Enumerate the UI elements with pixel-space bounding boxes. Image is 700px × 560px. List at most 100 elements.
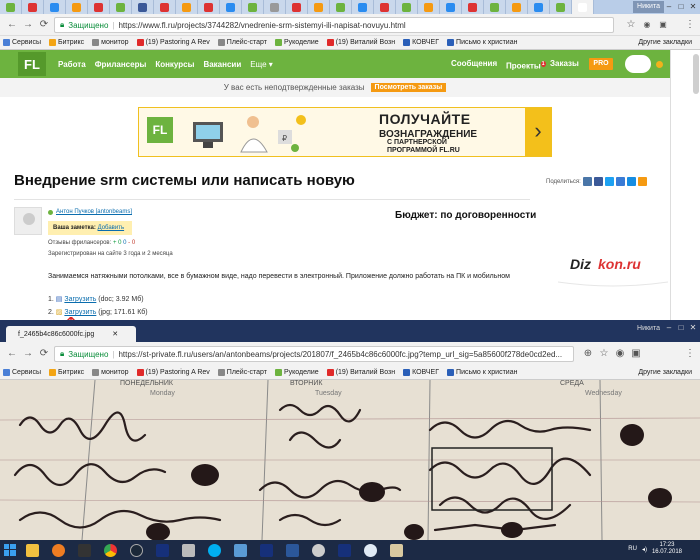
avatar[interactable] (625, 55, 651, 73)
speaker-icon[interactable]: ◂) (642, 546, 647, 553)
ad-logo[interactable]: Diz kon.ru (557, 240, 669, 290)
twitter-icon[interactable] (604, 177, 614, 186)
nav-orders[interactable]: Заказы (550, 50, 579, 78)
browser-tab[interactable] (550, 0, 572, 14)
bookmark-item[interactable]: Сервисы (3, 369, 41, 376)
bookmark-item[interactable]: Рукоделие (275, 369, 319, 376)
terminal-icon[interactable] (72, 541, 96, 559)
bookmark-item[interactable]: монитор (92, 39, 129, 46)
bookmark-item[interactable]: Битрикс (49, 369, 84, 376)
firefox-icon[interactable] (46, 541, 70, 559)
forward-icon[interactable]: → (22, 19, 34, 31)
clock[interactable]: 17:23 16.07.2018 (652, 542, 682, 556)
profile-badge-2[interactable]: Никита (633, 323, 664, 334)
extension-icon-2[interactable]: ▣ (657, 19, 669, 31)
nav-projects[interactable]: Проекты1 (506, 50, 546, 78)
image-tab[interactable]: f_2465b4c86c6000fc.jpg ✕ (6, 326, 136, 342)
bookmark-item[interactable]: КОВЧЕГ (403, 369, 439, 376)
reload-icon[interactable]: ⟳ (38, 348, 50, 360)
nav-contests[interactable]: Конкурсы (155, 60, 194, 69)
browser-tab[interactable] (176, 0, 198, 14)
disc-icon[interactable] (306, 541, 330, 559)
browser-tab[interactable] (418, 0, 440, 14)
browser-tab[interactable] (198, 0, 220, 14)
bookmark-item[interactable]: (19) Виталий Возн (326, 369, 395, 376)
browser-tab[interactable] (484, 0, 506, 14)
page-scrollbar[interactable] (670, 50, 700, 320)
minimize-button-2[interactable]: – (664, 322, 674, 333)
bookmark-item[interactable]: Плейс-старт (217, 39, 267, 46)
browser-tab[interactable] (110, 0, 132, 14)
browser-tab[interactable] (66, 0, 88, 14)
banner-arrow-icon[interactable]: › (525, 108, 551, 156)
mailru-icon[interactable] (626, 177, 636, 186)
bookmark-item[interactable]: Письмо к христиан (447, 39, 517, 46)
extension-icon[interactable]: ◉ (641, 19, 653, 31)
browser-tab[interactable] (264, 0, 286, 14)
browser-tab[interactable] (286, 0, 308, 14)
url-field-2[interactable]: 🔒︎ Защищено | https://st-private.fl.ru/u… (54, 346, 574, 362)
other-bookmarks[interactable]: Другие закладки (638, 39, 692, 46)
pro-button[interactable]: PRO (589, 58, 613, 70)
browser-tab[interactable] (330, 0, 352, 14)
chrome-icon[interactable] (98, 541, 122, 559)
bookmark-item[interactable]: (19) Виталий Возн (326, 39, 395, 46)
back-icon[interactable]: ← (6, 19, 18, 31)
photos-2-icon[interactable] (332, 541, 356, 559)
browser-tab[interactable] (44, 0, 66, 14)
browser-tab[interactable] (242, 0, 264, 14)
nav-more[interactable]: Еще ▾ (250, 60, 273, 69)
browser-tab[interactable] (440, 0, 462, 14)
start-button[interactable] (0, 540, 20, 560)
site-logo[interactable]: FL (18, 52, 46, 76)
reload-icon[interactable]: ⟳ (38, 19, 50, 31)
odnoklassniki-icon[interactable] (637, 177, 647, 186)
browser-tab[interactable] (22, 0, 44, 14)
nav-messages[interactable]: Сообщения (451, 50, 497, 78)
close-button-2[interactable]: ✕ (688, 322, 698, 333)
browser-tab[interactable] (396, 0, 418, 14)
browser-tab[interactable] (506, 0, 528, 14)
bookmark-item[interactable]: КОВЧЕГ (403, 39, 439, 46)
add-note-link[interactable]: Добавить (98, 225, 125, 231)
browser-tab[interactable] (88, 0, 110, 14)
bookmark-star-icon[interactable]: ☆ (598, 348, 610, 360)
language-indicator[interactable]: RU (628, 546, 637, 552)
user-photo[interactable] (14, 207, 42, 235)
browser-tab[interactable] (132, 0, 154, 14)
word-icon[interactable] (280, 541, 304, 559)
media-player-2-icon[interactable] (254, 541, 278, 559)
menu-icon[interactable]: ⋮ (684, 19, 696, 31)
bookmark-star-icon[interactable]: ☆ (625, 19, 637, 31)
forward-icon[interactable]: → (22, 348, 34, 360)
menu-icon[interactable]: ⋮ (684, 348, 696, 360)
bookmark-item[interactable]: Сервисы (3, 39, 41, 46)
settings-icon[interactable] (384, 541, 408, 559)
browser-tab[interactable] (0, 0, 22, 14)
close-button[interactable]: ✕ (688, 1, 698, 12)
back-icon[interactable]: ← (6, 348, 18, 360)
view-orders-button[interactable]: Посмотреть заказы (370, 83, 447, 92)
browser-2-icon[interactable] (358, 541, 382, 559)
browser-tab[interactable] (220, 0, 242, 14)
other-bookmarks[interactable]: Другие закладки (638, 369, 692, 376)
browser-tab[interactable] (462, 0, 484, 14)
explorer-icon[interactable] (20, 541, 44, 559)
browser-tab[interactable] (308, 0, 330, 14)
download-link[interactable]: Загрузить (64, 296, 96, 303)
vk-icon[interactable] (582, 177, 592, 186)
scrollbar-thumb[interactable] (693, 54, 699, 94)
extension-icon[interactable]: ◉ (614, 348, 626, 360)
user-name-link[interactable]: Антон Пучков [antonbeams] (56, 209, 132, 215)
browser-tab[interactable] (352, 0, 374, 14)
steam-icon[interactable] (124, 541, 148, 559)
download-link[interactable]: Загрузить (64, 309, 96, 316)
close-tab-icon[interactable]: ✕ (112, 330, 118, 338)
promo-banner[interactable]: FL ₽ ПОЛУЧАЙТЕ ВОЗНАГРАЖДЕНИЕ С ПАРТНЕРС… (138, 107, 552, 157)
maximize-button[interactable]: □ (676, 1, 686, 12)
bookmark-item[interactable]: (19) Pastoring A Rev (136, 369, 210, 376)
minimize-button[interactable]: – (664, 1, 674, 12)
bookmark-item[interactable]: Рукоделие (275, 39, 319, 46)
reviews-negative[interactable]: - 0 (128, 240, 135, 246)
profile-badge[interactable]: Никита (633, 1, 664, 13)
